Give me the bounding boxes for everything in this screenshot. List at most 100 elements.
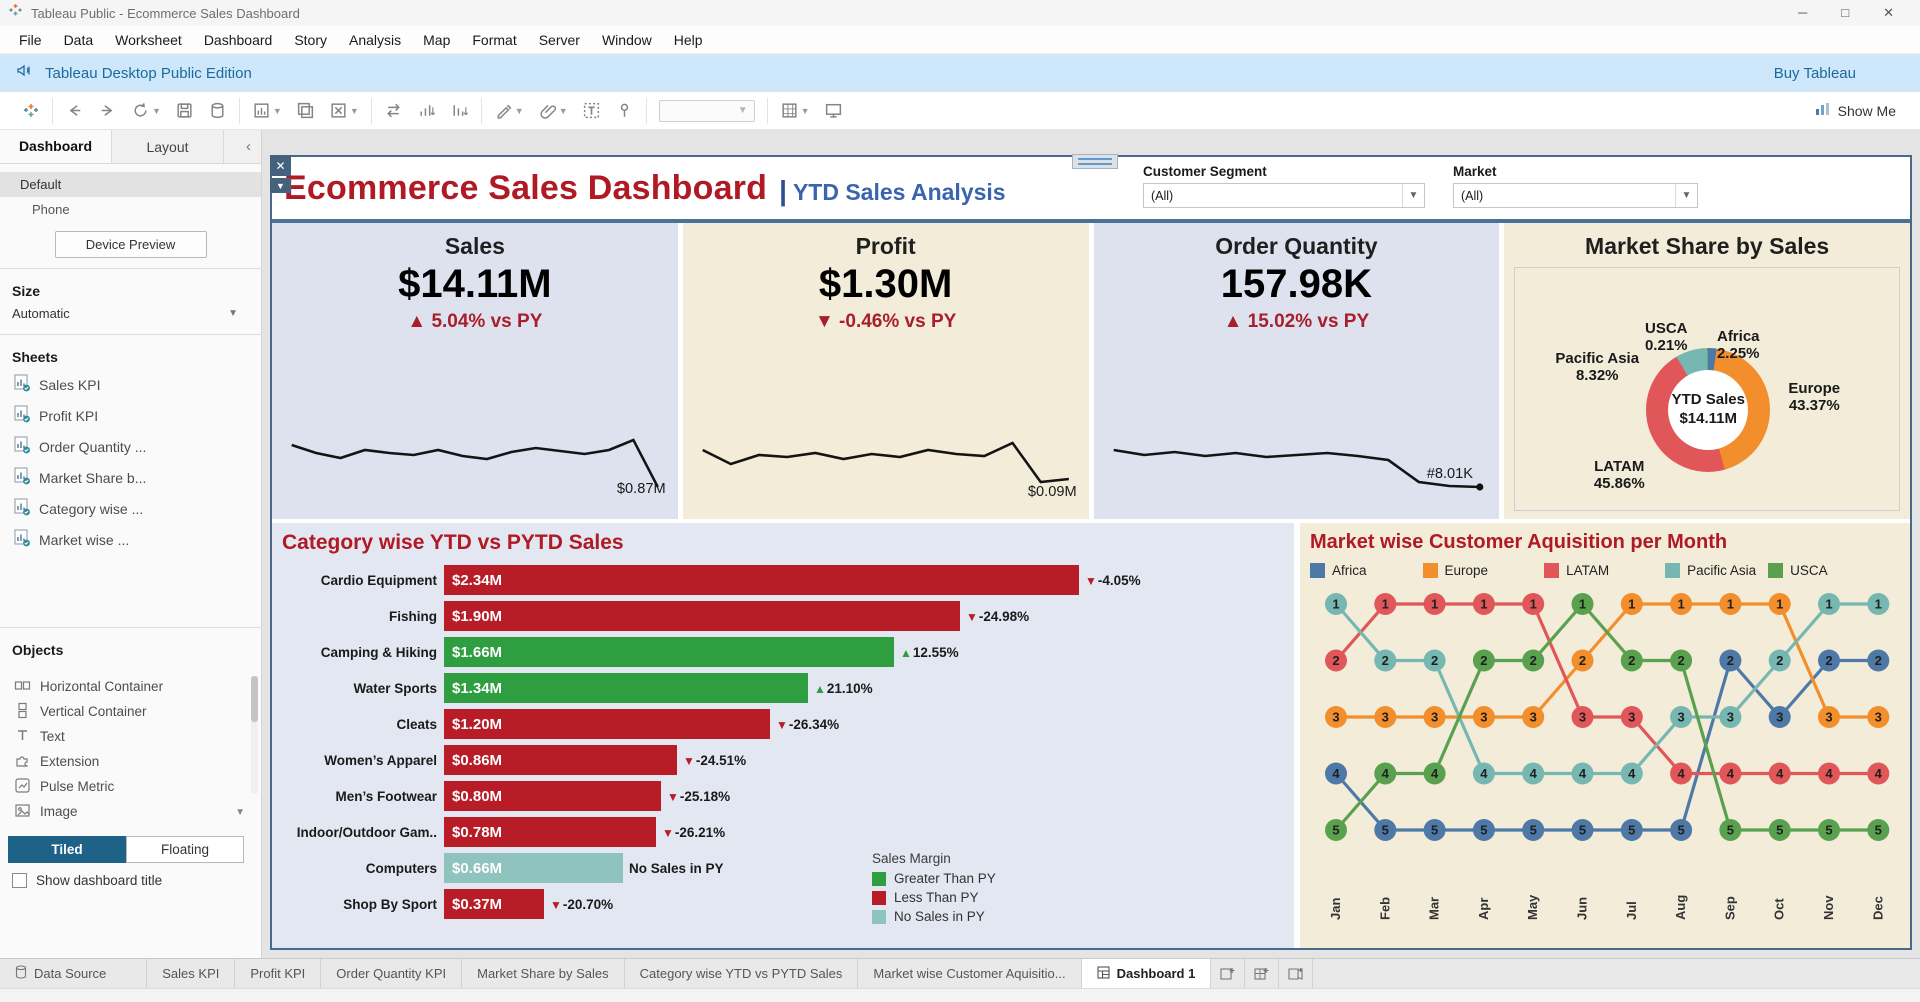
- save-icon[interactable]: [175, 101, 194, 120]
- minimize-icon[interactable]: ─: [1798, 5, 1807, 21]
- svg-text:Jul: Jul: [1624, 901, 1639, 920]
- device-preview-button[interactable]: Device Preview: [55, 231, 207, 258]
- bump-chart-card[interactable]: Market wise Customer Aquisition per Mont…: [1300, 523, 1910, 948]
- category-bar[interactable]: $1.90M: [444, 601, 960, 631]
- object-horizontal-container[interactable]: Horizontal Container: [0, 674, 261, 699]
- highlight-icon[interactable]: ▼: [494, 101, 524, 120]
- tab-dashboard[interactable]: Dashboard: [0, 130, 112, 163]
- menu-format[interactable]: Format: [461, 32, 527, 48]
- cell-size-icon[interactable]: ▼: [780, 101, 810, 120]
- collapse-pane-icon[interactable]: ‹: [236, 138, 261, 155]
- category-bar[interactable]: $0.37M: [444, 889, 544, 919]
- menu-dashboard[interactable]: Dashboard: [193, 32, 284, 48]
- undo-icon[interactable]: [65, 101, 84, 120]
- sheet-tab-dashboard-1[interactable]: Dashboard 1: [1082, 959, 1212, 988]
- maximize-icon[interactable]: □: [1841, 5, 1849, 21]
- category-bar[interactable]: $0.80M: [444, 781, 661, 811]
- sheet-tab-profit-kpi[interactable]: Profit KPI: [235, 959, 321, 988]
- menu-story[interactable]: Story: [283, 32, 338, 48]
- sort-ascending-icon[interactable]: [417, 101, 436, 120]
- category-bar[interactable]: $0.78M: [444, 817, 656, 847]
- bump-legend-africa[interactable]: Africa: [1310, 563, 1367, 578]
- tiled-button[interactable]: Tiled: [8, 836, 126, 863]
- sidebar-sheet-market-wise[interactable]: Market wise ...: [0, 524, 261, 555]
- category-bar[interactable]: $1.20M: [444, 709, 770, 739]
- sort-descending-icon[interactable]: [450, 101, 469, 120]
- category-bar[interactable]: $0.66M: [444, 853, 623, 883]
- presentation-mode-icon[interactable]: [824, 101, 843, 120]
- container-drag-handle[interactable]: [1072, 154, 1118, 169]
- bump-legend-europe[interactable]: Europe: [1423, 563, 1489, 578]
- replay-icon[interactable]: ▼: [131, 101, 161, 120]
- menu-analysis[interactable]: Analysis: [338, 32, 412, 48]
- menu-help[interactable]: Help: [663, 32, 714, 48]
- sheet-tab-order-quantity-kpi[interactable]: Order Quantity KPI: [321, 959, 462, 988]
- new-dashboard-tab-icon[interactable]: [1245, 959, 1279, 988]
- pin-icon[interactable]: [615, 101, 634, 120]
- filter-customer-segment-dropdown[interactable]: (All) ▼: [1143, 183, 1425, 208]
- sidebar-sheet-order-quantity[interactable]: Order Quantity ...: [0, 431, 261, 462]
- add-data-icon[interactable]: [208, 101, 227, 120]
- swap-axes-icon[interactable]: [384, 101, 403, 120]
- text-label-icon[interactable]: [582, 101, 601, 120]
- category-bar[interactable]: $2.34M: [444, 565, 1079, 595]
- menu-window[interactable]: Window: [591, 32, 663, 48]
- object-vertical-container[interactable]: Vertical Container: [0, 699, 261, 724]
- category-bar[interactable]: $0.86M: [444, 745, 677, 775]
- object-pulse-metric[interactable]: Pulse Metric: [0, 774, 261, 799]
- legend-item-no-sales-in-py[interactable]: No Sales in PY: [872, 909, 996, 924]
- clear-sheet-icon[interactable]: ▼: [329, 101, 359, 120]
- floating-button[interactable]: Floating: [126, 836, 244, 863]
- duplicate-sheet-icon[interactable]: [296, 101, 315, 120]
- sidebar-sheet-category-wise[interactable]: Category wise ...: [0, 493, 261, 524]
- container-menu-icon[interactable]: ▼: [270, 178, 291, 193]
- fit-dropdown[interactable]: ▼: [659, 100, 755, 122]
- tableau-home-icon[interactable]: [22, 102, 40, 120]
- device-mode-phone[interactable]: Phone: [0, 197, 261, 222]
- redo-icon[interactable]: [98, 101, 117, 120]
- bump-legend-pacific-asia[interactable]: Pacific Asia: [1665, 563, 1756, 578]
- remove-container-icon[interactable]: ✕: [270, 155, 291, 176]
- menu-map[interactable]: Map: [412, 32, 461, 48]
- category-chart-card[interactable]: Category wise YTD vs PYTD Sales Cardio E…: [272, 523, 1294, 948]
- sheet-tab-data-source[interactable]: Data Source: [0, 959, 147, 988]
- sidebar-sheet-profit-kpi[interactable]: Profit KPI: [0, 400, 261, 431]
- sidebar-sheet-market-share-b[interactable]: Market Share b...: [0, 462, 261, 493]
- object-text[interactable]: Text: [0, 724, 261, 749]
- sheet-tab-category-wise-ytd-vs-pytd-sales[interactable]: Category wise YTD vs PYTD Sales: [625, 959, 859, 988]
- new-worksheet-tab-icon[interactable]: [1211, 959, 1245, 988]
- object-image[interactable]: Image: [0, 799, 261, 824]
- new-worksheet-icon[interactable]: ▼: [252, 101, 282, 120]
- order-quantity-kpi-card[interactable]: Order Quantity 157.98K ▲ 15.02% vs PY #8…: [1094, 223, 1500, 519]
- filter-market-dropdown[interactable]: (All) ▼: [1453, 183, 1698, 208]
- menu-worksheet[interactable]: Worksheet: [104, 32, 193, 48]
- menu-data[interactable]: Data: [53, 32, 105, 48]
- objects-scrollbar[interactable]: [251, 676, 258, 794]
- legend-item-less-than-py[interactable]: Less Than PY: [872, 890, 996, 905]
- new-story-tab-icon[interactable]: [1279, 959, 1313, 988]
- bump-legend-latam[interactable]: LATAM: [1544, 563, 1609, 578]
- legend-item-greater-than-py[interactable]: Greater Than PY: [872, 871, 996, 886]
- sidebar-sheet-sales-kpi[interactable]: Sales KPI: [0, 369, 261, 400]
- bump-legend-usca[interactable]: USCA: [1768, 563, 1828, 578]
- tab-layout[interactable]: Layout: [112, 130, 224, 163]
- buy-tableau-link[interactable]: Buy Tableau: [1774, 65, 1856, 82]
- image-dropdown-icon[interactable]: ▼: [235, 807, 245, 818]
- sheet-tab-market-share-by-sales[interactable]: Market Share by Sales: [462, 959, 625, 988]
- menu-file[interactable]: File: [8, 32, 53, 48]
- sheet-tab-sales-kpi[interactable]: Sales KPI: [147, 959, 235, 988]
- size-dropdown[interactable]: Automatic ▼: [0, 303, 238, 324]
- show-me-button[interactable]: Show Me: [1815, 102, 1910, 119]
- show-dashboard-title-checkbox[interactable]: [12, 873, 27, 888]
- sheet-tab-market-wise-customer-aquisitio[interactable]: Market wise Customer Aquisitio...: [858, 959, 1081, 988]
- sales-kpi-card[interactable]: Sales $14.11M ▲ 5.04% vs PY $0.87M: [272, 223, 678, 519]
- close-icon[interactable]: ✕: [1883, 5, 1894, 21]
- menu-server[interactable]: Server: [528, 32, 591, 48]
- object-extension[interactable]: Extension: [0, 749, 261, 774]
- device-mode-default[interactable]: Default: [0, 172, 261, 197]
- category-bar[interactable]: $1.66M: [444, 637, 894, 667]
- category-bar[interactable]: $1.34M: [444, 673, 808, 703]
- profit-kpi-card[interactable]: Profit $1.30M ▼ -0.46% vs PY $0.09M: [683, 223, 1089, 519]
- format-links-icon[interactable]: ▼: [538, 101, 568, 120]
- market-share-card[interactable]: Market Share by Sales YTD Sales $14.11M …: [1504, 223, 1910, 519]
